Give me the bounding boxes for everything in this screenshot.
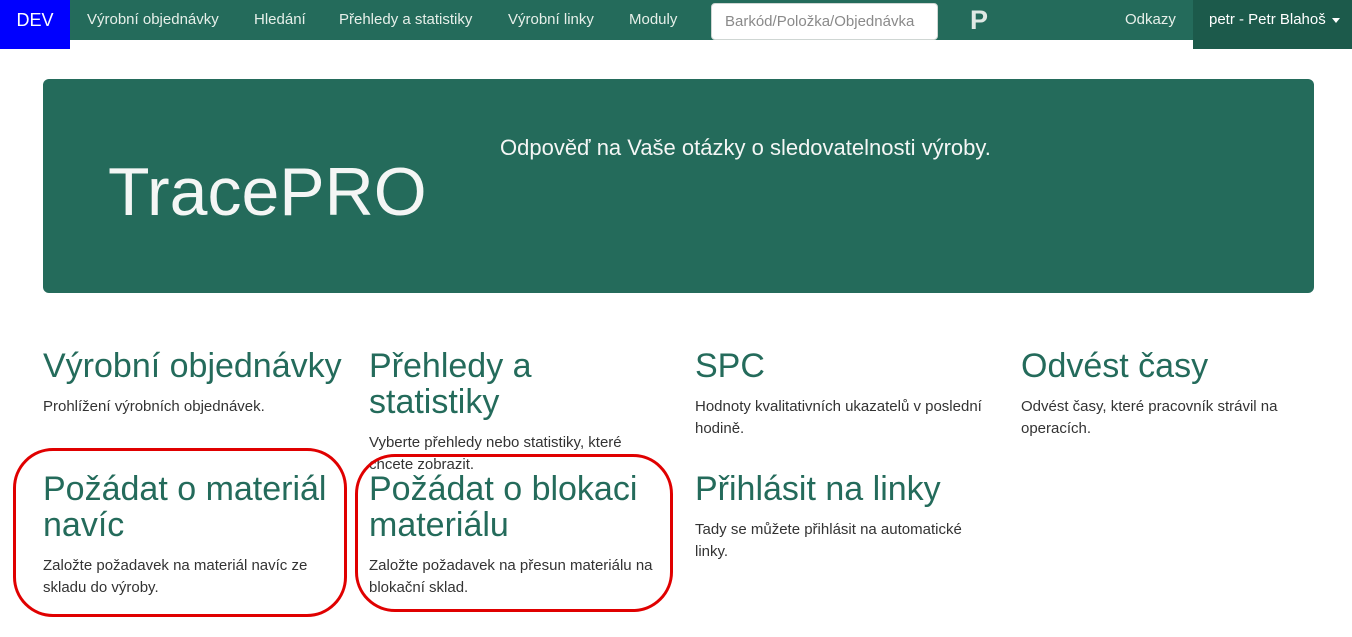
highlight-circle (355, 454, 673, 612)
card-title[interactable]: Přehledy a statistiky (369, 348, 669, 420)
card-text: Odvést časy, které pracovník strávil na … (1021, 398, 1278, 437)
highlight-circle (13, 448, 347, 617)
nav-item-prehledy[interactable]: Přehledy a statistiky (339, 0, 472, 40)
nav-item-hledani[interactable]: Hledání (254, 0, 306, 40)
app-logo[interactable]: P (970, 0, 988, 40)
card-title[interactable]: SPC (695, 348, 995, 384)
user-name: petr - Petr Blahoš (1209, 11, 1326, 28)
nav-item-vyrobni-linky[interactable]: Výrobní linky (508, 0, 594, 40)
env-badge[interactable]: DEV (0, 0, 70, 49)
top-navbar: DEV Výrobní objednávky Hledání Přehledy … (0, 0, 1352, 49)
card-text: Tady se můžete přihlásit na automatické … (695, 521, 962, 560)
card-title[interactable]: Odvést časy (1021, 348, 1321, 384)
card-title[interactable]: Přihlásit na linky (695, 471, 995, 507)
caret-down-icon (1331, 17, 1340, 23)
hero-title: TracePRO (108, 154, 427, 230)
hero-banner: TracePRO Odpověď na Vaše otázky o sledov… (43, 79, 1314, 293)
user-menu[interactable]: petr - Petr Blahoš (1193, 0, 1352, 49)
nav-item-moduly[interactable]: Moduly (629, 0, 677, 40)
search-input[interactable] (711, 3, 938, 40)
nav-item-vyrobni-objednavky[interactable]: Výrobní objednávky (87, 0, 219, 40)
hero-subtitle: Odpověď na Vaše otázky o sledovatelnosti… (500, 135, 991, 160)
nav-item-odkazy[interactable]: Odkazy (1125, 0, 1176, 40)
card-title[interactable]: Výrobní objednávky (43, 348, 343, 384)
card-odvest-casy[interactable]: Odvést časy Odvést časy, které pracovník… (1021, 348, 1321, 440)
card-spc[interactable]: SPC Hodnoty kvalitativních ukazatelů v p… (695, 348, 995, 440)
card-text: Hodnoty kvalitativních ukazatelů v posle… (695, 398, 982, 437)
card-text: Prohlížení výrobních objednávek. (43, 398, 265, 415)
card-vyrobni-objednavky[interactable]: Výrobní objednávky Prohlížení výrobních … (43, 348, 343, 418)
card-prihlasit-na-linky[interactable]: Přihlásit na linky Tady se můžete přihlá… (695, 471, 995, 563)
